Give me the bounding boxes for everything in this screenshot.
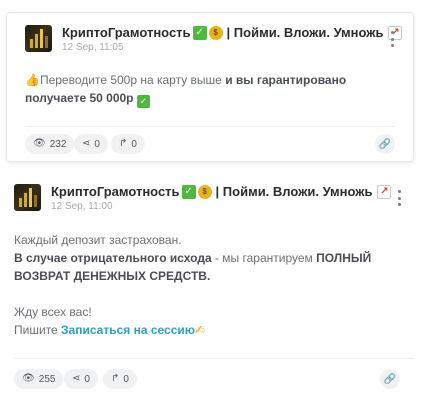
eye-icon: 👁 xyxy=(22,373,35,384)
post-date: 12 Sep, 11:00 xyxy=(51,201,113,212)
views-count: 232 xyxy=(49,138,67,150)
forwards-count: 0 xyxy=(123,373,129,385)
divider xyxy=(25,126,395,127)
post-line: Каждый депозит застрахован. xyxy=(14,233,182,247)
channel-suffix: | Пойми. Вложи. Умножь xyxy=(215,184,373,199)
copy-link-button[interactable]: 🔗 xyxy=(380,369,400,389)
post-text-bold: ВОЗВРАТ ДЕНЕЖНЫХ СРЕДСТВ. xyxy=(14,269,211,283)
post-card-2: КриптоГрамотность ✓ $ | Пойми. Вложи. Ум… xyxy=(0,172,427,419)
forward-icon: ↱ xyxy=(111,373,120,384)
check-emoji-icon: ✓ xyxy=(192,25,207,40)
post-date: 12 Sep, 11:05 xyxy=(62,42,124,53)
forward-button[interactable]: ↱ 0 xyxy=(111,134,145,154)
channel-suffix: | Пойми. Вложи. Умножь xyxy=(226,25,384,40)
link-icon: 🔗 xyxy=(378,138,392,150)
channel-name: КриптоГрамотность xyxy=(62,25,191,40)
more-vertical-icon[interactable] xyxy=(387,31,397,47)
views-count: 255 xyxy=(38,373,56,385)
post-line: ВОЗВРАТ ДЕНЕЖНЫХ СРЕДСТВ. xyxy=(14,267,414,285)
share-icon: ⋖ xyxy=(72,373,81,384)
shares-count: 0 xyxy=(94,138,100,150)
money-bag-emoji-icon: $ xyxy=(197,184,212,199)
views-counter[interactable]: 👁 255 xyxy=(14,369,64,389)
signup-session-link[interactable]: Записаться на сессию xyxy=(61,323,195,337)
eye-icon: 👁 xyxy=(33,138,46,149)
channel-title[interactable]: КриптоГрамотность ✓ $ | Пойми. Вложи. Ум… xyxy=(51,184,392,199)
post-body: 👍Переводите 500р на карту выше и вы гара… xyxy=(25,71,395,108)
post-text-plain: Пишите xyxy=(14,323,62,337)
post-card-1: КриптоГрамотность ✓ $ | Пойми. Вложи. Ум… xyxy=(6,12,414,162)
post-line: Пишите Записаться на сессию✍ xyxy=(14,321,414,339)
divider xyxy=(14,358,414,359)
thumbs-up-emoji-icon: 👍 xyxy=(25,73,40,87)
post-text-bold: В случае отрицательного исхода xyxy=(14,251,212,265)
share-button[interactable]: ⋖ 0 xyxy=(64,369,98,389)
post-text-plain: Переводите 500р на карту выше xyxy=(39,73,226,87)
link-icon: 🔗 xyxy=(383,373,397,385)
share-icon: ⋖ xyxy=(82,138,91,149)
check-emoji-icon: ✓ xyxy=(136,94,150,108)
shares-count: 0 xyxy=(84,373,90,385)
check-emoji-icon: ✓ xyxy=(181,184,196,199)
post-text-plain: - мы гарантируем xyxy=(211,251,317,265)
post-body: Каждый депозит застрахован. В случае отр… xyxy=(14,231,414,339)
forward-icon: ↱ xyxy=(119,138,128,149)
chart-emoji-icon: ↗ xyxy=(377,184,392,199)
channel-title[interactable]: КриптоГрамотность ✓ $ | Пойми. Вложи. Ум… xyxy=(62,25,403,40)
more-vertical-icon[interactable] xyxy=(394,190,404,206)
channel-name: КриптоГрамотность xyxy=(51,184,180,199)
share-button[interactable]: ⋖ 0 xyxy=(74,134,108,154)
money-bag-emoji-icon: $ xyxy=(208,25,223,40)
views-counter[interactable]: 👁 232 xyxy=(25,134,75,154)
channel-avatar[interactable] xyxy=(14,184,41,211)
writing-hand-emoji-icon: ✍ xyxy=(195,323,206,337)
post-text-bold: ПОЛНЫЙ xyxy=(316,251,372,265)
forwards-count: 0 xyxy=(131,138,137,150)
forward-button[interactable]: ↱ 0 xyxy=(103,369,137,389)
copy-link-button[interactable]: 🔗 xyxy=(375,134,395,154)
channel-avatar[interactable] xyxy=(25,25,52,52)
post-line: В случае отрицательного исхода - мы гара… xyxy=(14,249,414,267)
post-line: Жду всех вас! xyxy=(14,305,92,319)
